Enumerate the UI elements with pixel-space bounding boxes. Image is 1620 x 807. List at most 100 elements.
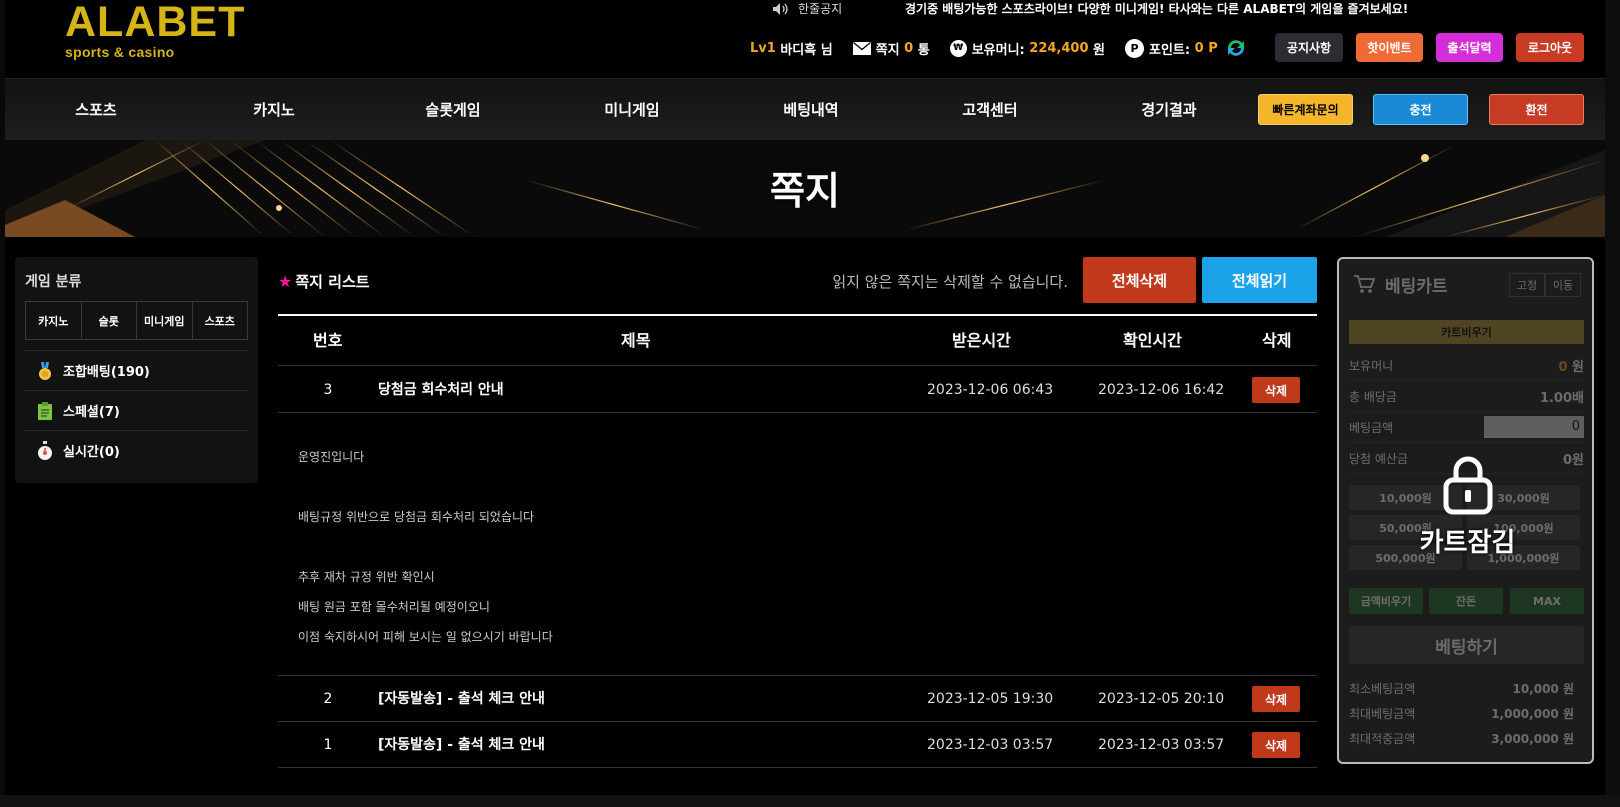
row-subject[interactable]: [자동발송] - 출석 체크 안내 xyxy=(378,722,545,768)
note-unit: 통 xyxy=(917,42,930,58)
message-body: 운영진입니다 배팅규정 위반으로 당첨금 회수처리 되었습니다 추후 재차 규정… xyxy=(298,442,553,652)
place-bet-button[interactable]: 베팅하기 xyxy=(1349,626,1584,664)
nav-item-results[interactable]: 경기결과 xyxy=(1114,79,1224,141)
limit-win: 최대적중금액 3,000,000 원 xyxy=(1349,726,1574,750)
col-received: 받은시간 xyxy=(952,331,1011,350)
row-confirmed: 2023-12-03 03:57 xyxy=(1098,737,1225,753)
medal-icon xyxy=(39,361,51,380)
page-banner: 쪽지 xyxy=(5,140,1605,237)
limit-win-value: 3,000,000 원 xyxy=(1491,731,1574,746)
ticker-message: 경기중 배팅가능한 스포츠라이브! 다양한 미니게임! 타사와는 다른 ALAB… xyxy=(905,2,1409,16)
delete-button[interactable]: 삭제 xyxy=(1252,732,1300,758)
category-live[interactable]: 실시간(0) xyxy=(25,430,248,470)
withdraw-button[interactable]: 환전 xyxy=(1489,94,1584,125)
category-combo-label: 조합배팅(190) xyxy=(63,365,150,380)
limit-max-value: 1,000,000 원 xyxy=(1491,706,1574,721)
envelope-icon xyxy=(852,41,871,55)
hot-event-button[interactable]: 핫이벤트 xyxy=(1356,33,1423,62)
cart-bet-label: 베팅금액 xyxy=(1349,420,1394,435)
nav-item-minigame[interactable]: 미니게임 xyxy=(577,79,687,141)
message-line: 추후 재차 규정 위반 확인시 xyxy=(298,570,435,584)
col-delete: 삭제 xyxy=(1262,331,1292,350)
note-counter[interactable]: 쪽지 0 통 xyxy=(852,39,930,58)
point-unit: P xyxy=(1208,40,1218,56)
cart-money-label: 보유머니 xyxy=(1349,358,1394,373)
page-title: 쪽지 xyxy=(770,169,840,213)
cart-money-value: 0 xyxy=(1558,359,1568,375)
col-confirmed: 확인시간 xyxy=(1123,331,1182,350)
max-button[interactable]: MAX xyxy=(1510,588,1584,614)
read-all-button[interactable]: 전체읽기 xyxy=(1202,257,1317,303)
cart-bet-row: 베팅금액 0 xyxy=(1349,412,1584,443)
row-no: 1 xyxy=(323,737,333,753)
delete-button[interactable]: 삭제 xyxy=(1252,377,1300,403)
row-confirmed: 2023-12-05 20:10 xyxy=(1098,691,1225,707)
table-row[interactable]: 2 [자동발송] - 출석 체크 안내 2023-12-05 19:30 202… xyxy=(278,676,1317,722)
attendance-button[interactable]: 출석달력 xyxy=(1436,33,1503,62)
logo-subtext: sports & casino xyxy=(65,44,175,60)
limit-win-label: 최대적중금액 xyxy=(1349,731,1416,746)
money-value: 224,400 xyxy=(1029,40,1089,56)
point-value: 0 xyxy=(1194,40,1204,56)
nav-item-bet-history[interactable]: 베팅내역 xyxy=(756,79,866,141)
cart-odds-label: 총 배당금 xyxy=(1349,389,1397,404)
message-line: 운영진입니다 xyxy=(298,450,365,464)
delete-all-button[interactable]: 전체삭제 xyxy=(1083,257,1196,303)
logo-text: ALABET xyxy=(65,0,246,46)
tab-sports[interactable]: 스포츠 xyxy=(193,302,248,339)
row-received: 2023-12-03 03:57 xyxy=(927,737,1054,753)
right-border xyxy=(1605,0,1620,807)
row-subject[interactable]: [자동발송] - 출석 체크 안내 xyxy=(378,676,545,722)
quick-account-button[interactable]: 빠른계좌문의 xyxy=(1258,94,1353,125)
game-category-panel: 게임 분류 카지노 슬롯 미니게임 스포츠 조합배팅(190) 스페셜(7) 실… xyxy=(15,257,258,483)
tab-slot[interactable]: 슬롯 xyxy=(82,302,137,339)
notice-button[interactable]: 공지사항 xyxy=(1275,33,1343,62)
table-row[interactable]: 1 [자동발송] - 출석 체크 안내 2023-12-03 03:57 202… xyxy=(278,722,1317,768)
category-live-label: 실시간(0) xyxy=(63,445,120,460)
limit-min: 최소베팅금액 10,000 원 xyxy=(1349,676,1574,700)
nav-item-customer-center[interactable]: 고객센터 xyxy=(935,79,1045,141)
move-button[interactable]: 이동 xyxy=(1545,273,1581,297)
user-info: Lv1 바디흑 님 쪽지 0 통 ₩ 보유머니: 224,400 원 P 포인트… xyxy=(750,36,1268,60)
col-no: 번호 xyxy=(313,331,343,350)
level-badge: Lv1 xyxy=(750,40,776,56)
nav-item-casino[interactable]: 카지노 xyxy=(219,79,329,141)
message-line: 배팅 원금 포함 몰수처리될 예정이오니 xyxy=(298,600,490,614)
speaker-icon xyxy=(773,3,788,15)
note-label: 쪽지 xyxy=(875,42,900,58)
logout-button[interactable]: 로그아웃 xyxy=(1516,33,1584,62)
section-title: ★ 쪽지 리스트 xyxy=(278,271,370,292)
message-line xyxy=(298,532,553,562)
betting-cart: 베팅카트 고정 이동 카트비우기 보유머니 0 원 총 배당금 1.00배 베팅… xyxy=(1337,257,1594,764)
money-display: ₩ 보유머니: 224,400 원 xyxy=(949,39,1105,58)
balance-button[interactable]: 잔돈 xyxy=(1429,588,1503,614)
user-level: Lv1 바디흑 님 xyxy=(750,39,833,58)
bet-amount-input[interactable]: 0 xyxy=(1484,416,1584,438)
col-subject: 제목 xyxy=(621,331,651,350)
fix-button[interactable]: 고정 xyxy=(1509,273,1545,297)
category-tabs: 카지노 슬롯 미니게임 스포츠 xyxy=(25,301,248,340)
tab-minigame[interactable]: 미니게임 xyxy=(137,302,193,339)
row-subject[interactable]: 당첨금 회수처리 안내 xyxy=(378,367,504,413)
cart-odds-row: 총 배당금 1.00배 xyxy=(1349,381,1584,412)
cart-lock-overlay: 카트잠김 xyxy=(1339,454,1592,559)
message-line: 이점 숙지하시어 피해 보시는 일 없으시기 바랍니다 xyxy=(298,630,553,644)
nav-item-sports[interactable]: 스포츠 xyxy=(41,79,151,141)
deposit-button[interactable]: 충전 xyxy=(1373,94,1468,125)
table-row[interactable]: 3 당첨금 회수처리 안내 2023-12-06 06:43 2023-12-0… xyxy=(278,367,1317,413)
cart-icon xyxy=(1354,275,1375,293)
category-special[interactable]: 스페셜(7) xyxy=(25,390,248,430)
clear-amount-button[interactable]: 금액비우기 xyxy=(1349,588,1423,614)
category-combo[interactable]: 조합배팅(190) xyxy=(25,350,248,390)
section-title-text: 쪽지 리스트 xyxy=(295,273,370,291)
cart-title: 베팅카트 xyxy=(1385,276,1448,297)
nav-item-slot[interactable]: 슬롯게임 xyxy=(398,79,508,141)
main-nav: 스포츠 카지노 슬롯게임 미니게임 베팅내역 고객센터 경기결과 빠른계좌문의 … xyxy=(5,78,1605,140)
delete-button[interactable]: 삭제 xyxy=(1252,686,1300,712)
won-icon: ₩ xyxy=(949,39,967,57)
clear-cart-button[interactable]: 카트비우기 xyxy=(1349,320,1584,344)
refresh-icon[interactable] xyxy=(1224,36,1248,60)
tab-casino[interactable]: 카지노 xyxy=(26,302,82,339)
logo[interactable]: ALABET sports & casino xyxy=(65,0,245,59)
notice-ticker: 한줄공지 경기중 배팅가능한 스포츠라이브! 다양한 미니게임! 타사와는 다른… xyxy=(772,2,1408,16)
